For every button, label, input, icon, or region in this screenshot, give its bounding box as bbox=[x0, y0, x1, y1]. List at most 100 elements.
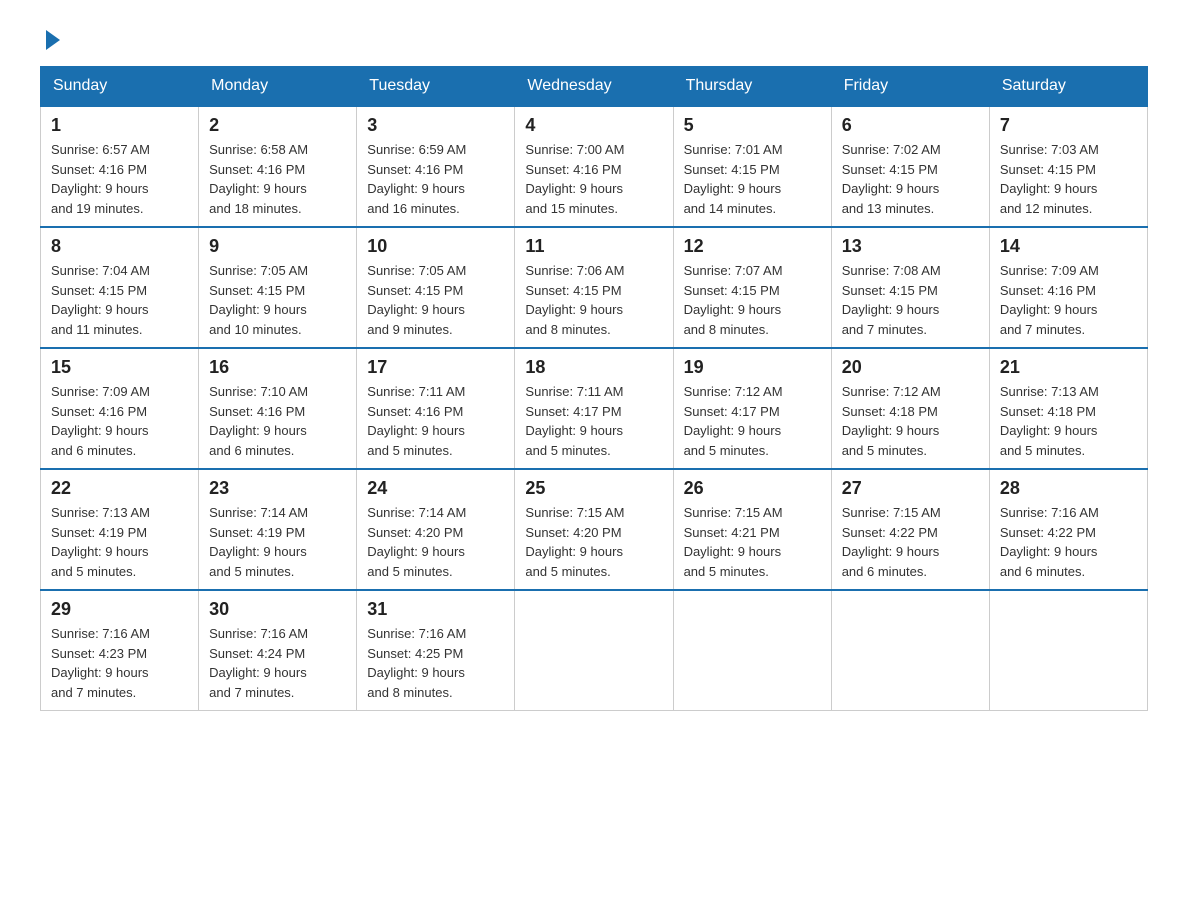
calendar-cell: 2 Sunrise: 6:58 AM Sunset: 4:16 PM Dayli… bbox=[199, 106, 357, 227]
day-info: Sunrise: 7:14 AM Sunset: 4:20 PM Dayligh… bbox=[367, 503, 504, 581]
day-info: Sunrise: 7:12 AM Sunset: 4:18 PM Dayligh… bbox=[842, 382, 979, 460]
calendar-cell: 27 Sunrise: 7:15 AM Sunset: 4:22 PM Dayl… bbox=[831, 469, 989, 590]
day-info: Sunrise: 7:12 AM Sunset: 4:17 PM Dayligh… bbox=[684, 382, 821, 460]
calendar-cell: 7 Sunrise: 7:03 AM Sunset: 4:15 PM Dayli… bbox=[989, 106, 1147, 227]
calendar-week-4: 22 Sunrise: 7:13 AM Sunset: 4:19 PM Dayl… bbox=[41, 469, 1148, 590]
day-number: 1 bbox=[51, 115, 188, 136]
calendar-week-2: 8 Sunrise: 7:04 AM Sunset: 4:15 PM Dayli… bbox=[41, 227, 1148, 348]
day-number: 28 bbox=[1000, 478, 1137, 499]
calendar-cell: 24 Sunrise: 7:14 AM Sunset: 4:20 PM Dayl… bbox=[357, 469, 515, 590]
day-info: Sunrise: 7:15 AM Sunset: 4:21 PM Dayligh… bbox=[684, 503, 821, 581]
day-info: Sunrise: 7:06 AM Sunset: 4:15 PM Dayligh… bbox=[525, 261, 662, 339]
day-number: 6 bbox=[842, 115, 979, 136]
calendar-cell: 23 Sunrise: 7:14 AM Sunset: 4:19 PM Dayl… bbox=[199, 469, 357, 590]
day-info: Sunrise: 7:04 AM Sunset: 4:15 PM Dayligh… bbox=[51, 261, 188, 339]
calendar-cell: 3 Sunrise: 6:59 AM Sunset: 4:16 PM Dayli… bbox=[357, 106, 515, 227]
day-number: 22 bbox=[51, 478, 188, 499]
calendar-cell: 25 Sunrise: 7:15 AM Sunset: 4:20 PM Dayl… bbox=[515, 469, 673, 590]
day-info: Sunrise: 6:59 AM Sunset: 4:16 PM Dayligh… bbox=[367, 140, 504, 218]
calendar-cell: 12 Sunrise: 7:07 AM Sunset: 4:15 PM Dayl… bbox=[673, 227, 831, 348]
day-info: Sunrise: 7:03 AM Sunset: 4:15 PM Dayligh… bbox=[1000, 140, 1137, 218]
day-info: Sunrise: 7:16 AM Sunset: 4:22 PM Dayligh… bbox=[1000, 503, 1137, 581]
day-number: 17 bbox=[367, 357, 504, 378]
calendar-cell: 22 Sunrise: 7:13 AM Sunset: 4:19 PM Dayl… bbox=[41, 469, 199, 590]
day-info: Sunrise: 6:57 AM Sunset: 4:16 PM Dayligh… bbox=[51, 140, 188, 218]
calendar-cell: 15 Sunrise: 7:09 AM Sunset: 4:16 PM Dayl… bbox=[41, 348, 199, 469]
day-info: Sunrise: 7:11 AM Sunset: 4:16 PM Dayligh… bbox=[367, 382, 504, 460]
day-info: Sunrise: 7:15 AM Sunset: 4:22 PM Dayligh… bbox=[842, 503, 979, 581]
day-info: Sunrise: 7:05 AM Sunset: 4:15 PM Dayligh… bbox=[367, 261, 504, 339]
calendar-cell: 19 Sunrise: 7:12 AM Sunset: 4:17 PM Dayl… bbox=[673, 348, 831, 469]
day-number: 13 bbox=[842, 236, 979, 257]
day-number: 2 bbox=[209, 115, 346, 136]
calendar-cell: 28 Sunrise: 7:16 AM Sunset: 4:22 PM Dayl… bbox=[989, 469, 1147, 590]
day-number: 20 bbox=[842, 357, 979, 378]
calendar-table: SundayMondayTuesdayWednesdayThursdayFrid… bbox=[40, 66, 1148, 711]
day-number: 29 bbox=[51, 599, 188, 620]
calendar-cell: 31 Sunrise: 7:16 AM Sunset: 4:25 PM Dayl… bbox=[357, 590, 515, 711]
day-number: 8 bbox=[51, 236, 188, 257]
day-number: 31 bbox=[367, 599, 504, 620]
logo bbox=[40, 30, 60, 46]
day-number: 12 bbox=[684, 236, 821, 257]
day-info: Sunrise: 7:11 AM Sunset: 4:17 PM Dayligh… bbox=[525, 382, 662, 460]
day-header-saturday: Saturday bbox=[989, 67, 1147, 107]
day-number: 25 bbox=[525, 478, 662, 499]
day-number: 3 bbox=[367, 115, 504, 136]
logo-flag-icon bbox=[46, 30, 60, 50]
day-number: 16 bbox=[209, 357, 346, 378]
day-info: Sunrise: 7:13 AM Sunset: 4:18 PM Dayligh… bbox=[1000, 382, 1137, 460]
calendar-cell: 26 Sunrise: 7:15 AM Sunset: 4:21 PM Dayl… bbox=[673, 469, 831, 590]
day-number: 30 bbox=[209, 599, 346, 620]
calendar-week-5: 29 Sunrise: 7:16 AM Sunset: 4:23 PM Dayl… bbox=[41, 590, 1148, 711]
calendar-cell: 18 Sunrise: 7:11 AM Sunset: 4:17 PM Dayl… bbox=[515, 348, 673, 469]
calendar-cell: 20 Sunrise: 7:12 AM Sunset: 4:18 PM Dayl… bbox=[831, 348, 989, 469]
day-header-tuesday: Tuesday bbox=[357, 67, 515, 107]
day-info: Sunrise: 7:09 AM Sunset: 4:16 PM Dayligh… bbox=[1000, 261, 1137, 339]
day-info: Sunrise: 7:02 AM Sunset: 4:15 PM Dayligh… bbox=[842, 140, 979, 218]
calendar-cell: 10 Sunrise: 7:05 AM Sunset: 4:15 PM Dayl… bbox=[357, 227, 515, 348]
day-number: 18 bbox=[525, 357, 662, 378]
calendar-cell bbox=[515, 590, 673, 711]
page-header bbox=[40, 30, 1148, 46]
calendar-cell bbox=[831, 590, 989, 711]
day-info: Sunrise: 7:16 AM Sunset: 4:24 PM Dayligh… bbox=[209, 624, 346, 702]
day-number: 14 bbox=[1000, 236, 1137, 257]
calendar-cell: 1 Sunrise: 6:57 AM Sunset: 4:16 PM Dayli… bbox=[41, 106, 199, 227]
calendar-cell: 6 Sunrise: 7:02 AM Sunset: 4:15 PM Dayli… bbox=[831, 106, 989, 227]
day-number: 27 bbox=[842, 478, 979, 499]
day-info: Sunrise: 7:16 AM Sunset: 4:25 PM Dayligh… bbox=[367, 624, 504, 702]
day-number: 19 bbox=[684, 357, 821, 378]
calendar-cell bbox=[673, 590, 831, 711]
calendar-header-row: SundayMondayTuesdayWednesdayThursdayFrid… bbox=[41, 67, 1148, 107]
calendar-week-1: 1 Sunrise: 6:57 AM Sunset: 4:16 PM Dayli… bbox=[41, 106, 1148, 227]
calendar-cell: 13 Sunrise: 7:08 AM Sunset: 4:15 PM Dayl… bbox=[831, 227, 989, 348]
calendar-cell: 29 Sunrise: 7:16 AM Sunset: 4:23 PM Dayl… bbox=[41, 590, 199, 711]
day-number: 9 bbox=[209, 236, 346, 257]
calendar-cell: 21 Sunrise: 7:13 AM Sunset: 4:18 PM Dayl… bbox=[989, 348, 1147, 469]
day-header-wednesday: Wednesday bbox=[515, 67, 673, 107]
day-info: Sunrise: 7:08 AM Sunset: 4:15 PM Dayligh… bbox=[842, 261, 979, 339]
day-number: 24 bbox=[367, 478, 504, 499]
day-number: 5 bbox=[684, 115, 821, 136]
day-header-thursday: Thursday bbox=[673, 67, 831, 107]
day-info: Sunrise: 7:10 AM Sunset: 4:16 PM Dayligh… bbox=[209, 382, 346, 460]
calendar-cell bbox=[989, 590, 1147, 711]
day-info: Sunrise: 7:05 AM Sunset: 4:15 PM Dayligh… bbox=[209, 261, 346, 339]
day-info: Sunrise: 7:14 AM Sunset: 4:19 PM Dayligh… bbox=[209, 503, 346, 581]
day-info: Sunrise: 7:15 AM Sunset: 4:20 PM Dayligh… bbox=[525, 503, 662, 581]
day-header-monday: Monday bbox=[199, 67, 357, 107]
calendar-cell: 11 Sunrise: 7:06 AM Sunset: 4:15 PM Dayl… bbox=[515, 227, 673, 348]
day-info: Sunrise: 7:00 AM Sunset: 4:16 PM Dayligh… bbox=[525, 140, 662, 218]
calendar-cell: 30 Sunrise: 7:16 AM Sunset: 4:24 PM Dayl… bbox=[199, 590, 357, 711]
calendar-week-3: 15 Sunrise: 7:09 AM Sunset: 4:16 PM Dayl… bbox=[41, 348, 1148, 469]
calendar-cell: 14 Sunrise: 7:09 AM Sunset: 4:16 PM Dayl… bbox=[989, 227, 1147, 348]
day-number: 15 bbox=[51, 357, 188, 378]
day-number: 26 bbox=[684, 478, 821, 499]
calendar-cell: 17 Sunrise: 7:11 AM Sunset: 4:16 PM Dayl… bbox=[357, 348, 515, 469]
day-info: Sunrise: 7:13 AM Sunset: 4:19 PM Dayligh… bbox=[51, 503, 188, 581]
day-header-friday: Friday bbox=[831, 67, 989, 107]
calendar-cell: 4 Sunrise: 7:00 AM Sunset: 4:16 PM Dayli… bbox=[515, 106, 673, 227]
day-header-sunday: Sunday bbox=[41, 67, 199, 107]
calendar-cell: 16 Sunrise: 7:10 AM Sunset: 4:16 PM Dayl… bbox=[199, 348, 357, 469]
